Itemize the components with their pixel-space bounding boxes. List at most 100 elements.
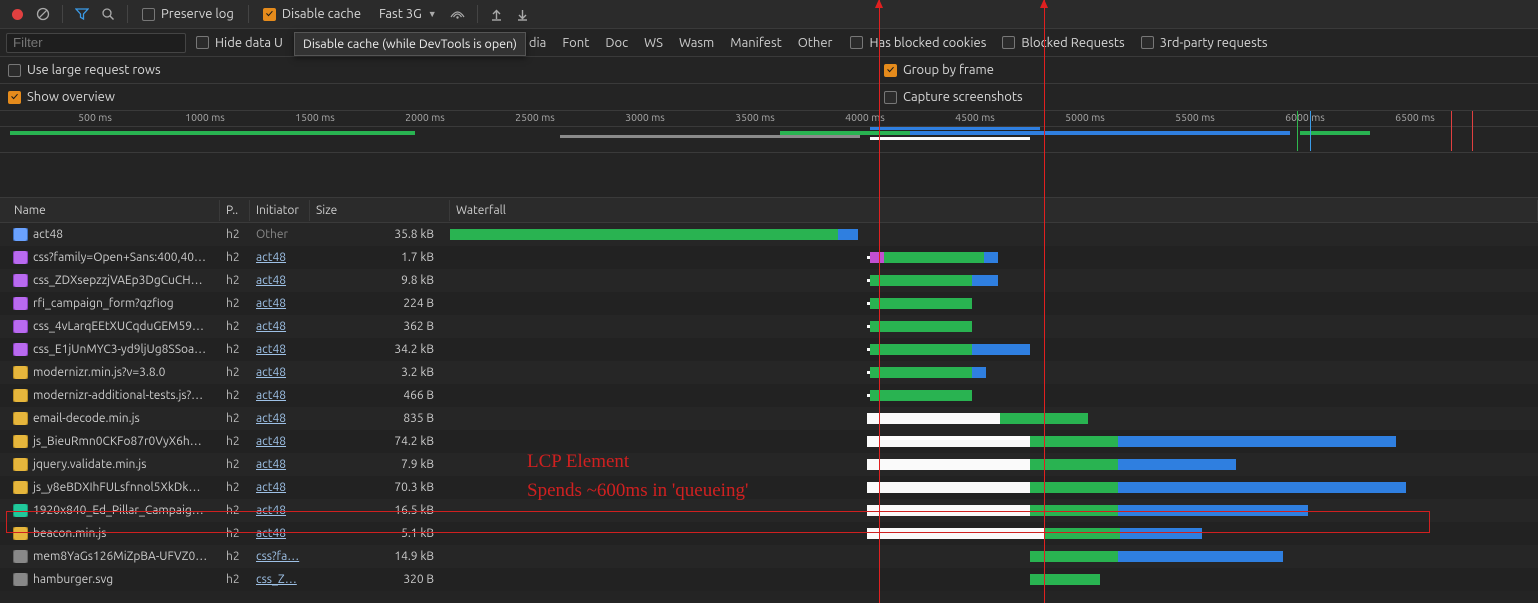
blocked-requests-checkbox[interactable]: Blocked Requests (996, 36, 1130, 50)
size-cell: 835 B (310, 412, 450, 425)
large-rows-checkbox[interactable]: Use large request rows (0, 63, 167, 77)
protocol-cell: h2 (220, 274, 250, 287)
clear-button[interactable] (32, 3, 54, 25)
col-name[interactable]: Name (8, 200, 220, 221)
hide-data-label: Hide data U (215, 36, 283, 50)
show-overview-checkbox[interactable]: Show overview (0, 90, 121, 104)
type-tab[interactable]: Doc (597, 33, 636, 53)
table-row[interactable]: modernizr-additional-tests.js?…h2act4846… (0, 384, 1538, 407)
table-row[interactable]: modernizr.min.js?v=3.8.0h2act483.2 kB (0, 361, 1538, 384)
request-name: jquery.validate.min.js (33, 458, 146, 471)
annotation-text-1: LCP Element (527, 451, 629, 473)
filter-icon[interactable] (71, 3, 93, 25)
request-name: js_y8eBDXIhFULsfnnol5XkDk… (33, 481, 200, 494)
disable-cache-label: Disable cache (282, 7, 361, 21)
timeline-tick: 2500 ms (515, 111, 555, 123)
col-initiator[interactable]: Initiator (250, 200, 310, 221)
type-tab[interactable]: WS (636, 33, 671, 53)
filter-row: Hide data U dia Font Doc WS Wasm Manifes… (0, 29, 1538, 57)
divider (127, 5, 128, 23)
table-row[interactable]: js_y8eBDXIhFULsfnnol5XkDk…h2act4870.3 kB (0, 476, 1538, 499)
initiator-link[interactable]: act48 (256, 389, 286, 402)
throttle-value: Fast 3G (377, 7, 424, 21)
size-cell: 224 B (310, 297, 450, 310)
type-tab[interactable]: Font (554, 33, 597, 53)
file-icon (14, 251, 27, 264)
protocol-cell: h2 (220, 458, 250, 471)
capture-screenshots-checkbox[interactable]: Capture screenshots (878, 90, 1029, 104)
initiator-link[interactable]: act48 (256, 343, 286, 356)
protocol-cell: h2 (220, 481, 250, 494)
initiator-link[interactable]: act48 (256, 274, 286, 287)
protocol-cell: h2 (220, 343, 250, 356)
record-button[interactable] (6, 3, 28, 25)
network-conditions-icon[interactable] (447, 3, 469, 25)
initiator-link[interactable]: act48 (256, 251, 286, 264)
table-row[interactable]: css_E1jUnMYC3-yd9ljUg8SSoa…h2act4834.2 k… (0, 338, 1538, 361)
timeline-tick: 3000 ms (625, 111, 665, 123)
request-table-body: act48h2Other35.8 kB css?family=Open+Sans:… (0, 223, 1538, 591)
export-har-icon[interactable] (512, 3, 534, 25)
table-row[interactable]: hamburger.svgh2css_Z…320 B (0, 568, 1538, 591)
request-name: css?family=Open+Sans:400,40… (33, 251, 206, 264)
initiator-link[interactable]: act48 (256, 481, 286, 494)
protocol-cell: h2 (220, 435, 250, 448)
table-row[interactable]: email-decode.min.jsh2act48835 B (0, 407, 1538, 430)
request-name: email-decode.min.js (33, 412, 140, 425)
table-row[interactable]: js_BieuRmn0CKFo87r0VyX6h…h2act4874.2 kB (0, 430, 1538, 453)
type-tab[interactable]: Other (790, 33, 841, 53)
throttle-select[interactable]: Fast 3G ▼ (371, 7, 443, 21)
file-icon (14, 274, 27, 287)
timeline-tick: 5000 ms (1065, 111, 1105, 123)
initiator-link[interactable]: css?fa… (256, 550, 299, 563)
hide-data-urls-checkbox[interactable]: Hide data U (190, 36, 289, 50)
initiator-link[interactable]: act48 (256, 412, 286, 425)
search-icon[interactable] (97, 3, 119, 25)
table-row[interactable]: rfi_campaign_form?qzfiogh2act48224 B (0, 292, 1538, 315)
initiator-link[interactable]: act48 (256, 297, 286, 310)
timeline-tick: 1000 ms (185, 111, 225, 123)
group-by-frame-label: Group by frame (903, 63, 994, 77)
initiator-link[interactable]: css_Z… (256, 573, 297, 586)
waterfall-cell (450, 384, 1538, 407)
initiator-link[interactable]: act48 (256, 458, 286, 471)
overview-timeline[interactable]: 500 ms1000 ms1500 ms2000 ms2500 ms3000 m… (0, 111, 1538, 153)
type-tab[interactable]: Wasm (671, 33, 722, 53)
protocol-cell: h2 (220, 389, 250, 402)
file-icon (14, 435, 27, 448)
blocked-requests-label: Blocked Requests (1021, 36, 1124, 50)
table-row[interactable]: mem8YaGs126MiZpBA-UFVZ0…h2css?fa…14.9 kB (0, 545, 1538, 568)
preserve-log-checkbox[interactable]: Preserve log (136, 7, 240, 21)
request-name: rfi_campaign_form?qzfiog (33, 297, 174, 310)
col-waterfall[interactable]: Waterfall (450, 200, 1538, 221)
protocol-cell: h2 (220, 251, 250, 264)
third-party-label: 3rd-party requests (1160, 36, 1268, 50)
size-cell: 35.8 kB (310, 228, 450, 241)
waterfall-cell (450, 407, 1538, 430)
waterfall-cell (450, 315, 1538, 338)
table-row[interactable]: act48h2Other35.8 kB (0, 223, 1538, 246)
import-har-icon[interactable] (486, 3, 508, 25)
show-overview-label: Show overview (27, 90, 115, 104)
table-row[interactable]: css_4vLarqEEtXUCqduGEM59…h2act48362 B (0, 315, 1538, 338)
table-row[interactable]: css?family=Open+Sans:400,40…h2act481.7 k… (0, 246, 1538, 269)
initiator-link[interactable]: act48 (256, 366, 286, 379)
file-icon (14, 458, 27, 471)
col-size[interactable]: Size (310, 200, 450, 221)
third-party-checkbox[interactable]: 3rd-party requests (1135, 36, 1274, 50)
disable-cache-checkbox[interactable]: Disable cache (257, 7, 367, 21)
blocked-cookies-checkbox[interactable]: Has blocked cookies (844, 36, 992, 50)
annotation-text-2: Spends ~600ms in 'queueing' (527, 480, 748, 502)
group-by-frame-checkbox[interactable]: Group by frame (878, 63, 1000, 77)
col-protocol[interactable]: P.. (220, 200, 250, 221)
waterfall-cell (450, 292, 1538, 315)
type-tab[interactable]: Manifest (722, 33, 789, 53)
table-row[interactable]: css_ZDXsepzzjVAEp3DgCuCH…h2act489.8 kB (0, 269, 1538, 292)
initiator-link[interactable]: act48 (256, 435, 286, 448)
file-icon (14, 412, 27, 425)
waterfall-cell (450, 223, 1538, 246)
table-row[interactable]: jquery.validate.min.jsh2act487.9 kB (0, 453, 1538, 476)
filter-input[interactable] (6, 33, 186, 53)
initiator-link[interactable]: act48 (256, 320, 286, 333)
table-header: Name P.. Initiator Size Waterfall (0, 198, 1538, 223)
